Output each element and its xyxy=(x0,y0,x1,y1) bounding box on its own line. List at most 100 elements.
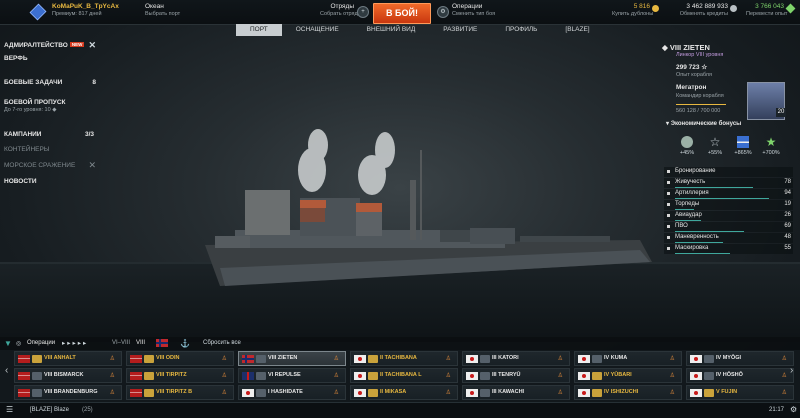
tab-exterior[interactable]: ВНЕШНИЙ ВИД xyxy=(353,24,430,36)
menu-shipyard[interactable]: ВЕРФЬ xyxy=(4,55,96,64)
campaigns-label: КАМПАНИИ xyxy=(4,131,42,138)
tab-development[interactable]: РАЗВИТИЕ xyxy=(429,24,491,36)
economy-value-3: +865% xyxy=(734,150,752,156)
settings-icon[interactable]: ⚙ xyxy=(790,405,797,414)
commander-level: 20 xyxy=(776,108,786,117)
ship-card[interactable]: VIII ANHALT ♙ xyxy=(14,351,122,366)
chat-icon[interactable]: ☰ xyxy=(6,405,13,414)
stat-artillery[interactable]: Артиллерия 94 xyxy=(664,189,793,199)
new-badge: NEW xyxy=(69,42,85,47)
tab-equipment[interactable]: ОСНАЩЕНИЕ xyxy=(282,24,353,36)
operations-title: Операции xyxy=(452,3,483,10)
battle-pass-sub: До 7-го уровня: 10 xyxy=(4,107,51,113)
ship-card[interactable]: VIII TIRPITZ ♙ xyxy=(126,368,234,383)
ship-card[interactable]: IV KUMA ♙ xyxy=(574,351,682,366)
commander-icon: ♙ xyxy=(333,373,339,379)
credits-flag-icon xyxy=(681,136,693,148)
doubloons-block[interactable]: 5 816 Купить дублоны xyxy=(612,3,653,17)
economy-bonus-4[interactable]: ★ +700% xyxy=(760,136,782,156)
tab-port[interactable]: ПОРТ xyxy=(236,24,282,36)
free-xp-value: 3 766 043 xyxy=(755,3,784,10)
ship-card[interactable]: IV YŪBARI ♙ xyxy=(574,368,682,383)
ship-card[interactable]: II TACHIBANA ♙ xyxy=(350,351,458,366)
ship-card[interactable]: VIII ZIETEN ♙ xyxy=(238,351,346,366)
stat-torpedoes[interactable]: Торпеды 19 xyxy=(664,200,793,210)
stat-concealment[interactable]: Маскировка 55 xyxy=(664,244,793,254)
battle-pass-progress: До 7-го уровня: 10 ◆ xyxy=(4,107,96,116)
class-filter-icons[interactable]: ▸▸▸▸▸ xyxy=(62,339,88,347)
economy-bonus-1[interactable]: +45% xyxy=(676,136,698,156)
ship-card-name: VIII BRANDENBURG xyxy=(44,389,98,395)
stat-airstrike[interactable]: Авиаудар 26 xyxy=(664,211,793,221)
stat-survivability[interactable]: Живучесть 78 xyxy=(664,178,793,188)
credits-block[interactable]: 3 462 889 933 Обменять кредиты xyxy=(678,3,728,17)
carousel-right-arrow[interactable]: › xyxy=(790,365,793,376)
ship-card[interactable]: IV HŌSHŌ ♙ xyxy=(686,368,794,383)
free-xp-block[interactable]: 3 766 043 Перевести опыт xyxy=(746,3,787,17)
economy-bonus-2[interactable]: ☆ +55% xyxy=(704,136,726,156)
ship-card[interactable]: IV MYŌGI ♙ xyxy=(686,351,794,366)
ship-card[interactable]: III TENRYŪ ♙ xyxy=(462,368,570,383)
tab-profile[interactable]: ПРОФИЛЬ xyxy=(491,24,551,36)
stat-label: Маневренность xyxy=(675,234,719,240)
carousel-left-arrow[interactable]: ‹ xyxy=(5,365,8,376)
stat-armor[interactable]: Бронирование xyxy=(664,167,793,177)
tier-selected[interactable]: VIII xyxy=(136,340,145,346)
ship-card[interactable]: III KATORI ♙ xyxy=(462,351,570,366)
commander-name[interactable]: Мегатрон xyxy=(676,84,706,91)
ship-card-name: II MIKASA xyxy=(380,389,407,395)
ship-card[interactable]: II MIKASA ♙ xyxy=(350,385,458,400)
ship-type: Линкор VIII уровня xyxy=(676,52,724,58)
ship-card[interactable]: VIII TIRPITZ B ♙ xyxy=(126,385,234,400)
operations-icon[interactable]: ⚙ xyxy=(437,6,449,18)
menu-containers[interactable]: КОНТЕЙНЕРЫ xyxy=(4,146,96,155)
economy-bonus-3[interactable]: +865% xyxy=(732,136,754,156)
menu-naval-battle[interactable]: МОРСКОЕ СРАЖЕНИЕ ✕ xyxy=(4,160,96,171)
ship-card-name: I HASHIDATE xyxy=(268,389,303,395)
ship-card[interactable]: VIII ODIN ♙ xyxy=(126,351,234,366)
clan-online-count: (25) xyxy=(82,407,93,413)
player-name: KoMaPuK_B_TpYcAx xyxy=(52,3,119,10)
combat-missions-count: 8 xyxy=(92,79,96,86)
ship-card[interactable]: VIII BRANDENBURG ♙ xyxy=(14,385,122,400)
stat-maneuverability[interactable]: Маневренность 48 xyxy=(664,233,793,243)
nation-flag-icon xyxy=(242,355,254,363)
stat-label: Бронирование xyxy=(675,168,716,174)
ship-class-icon xyxy=(32,372,42,380)
squad-icon[interactable]: + xyxy=(357,6,369,18)
ship-card[interactable]: IV ISHIZUCHI ♙ xyxy=(574,385,682,400)
menu-campaigns[interactable]: КАМПАНИИ 3/3 xyxy=(4,131,96,140)
battle-button[interactable]: В БОЙ! xyxy=(373,3,431,24)
squad-button[interactable]: Отряды Собрать отряд xyxy=(320,3,358,17)
stat-aa[interactable]: ПВО 69 xyxy=(664,222,793,232)
battle-mode-selector[interactable]: Операции Сменить тип боя xyxy=(452,3,495,17)
ship-card[interactable]: VI REPULSE ♙ xyxy=(238,368,346,383)
filter-mode[interactable]: Операции xyxy=(27,340,55,346)
free-xp-bonus-icon: ★ xyxy=(765,135,777,149)
tier-range[interactable]: VI–VIII xyxy=(112,340,130,346)
player-block[interactable]: KoMaPuK_B_TpYcAx Премиум: 817 дней xyxy=(52,3,119,17)
ship-card[interactable]: I HASHIDATE ♙ xyxy=(238,385,346,400)
commander-icon: ♙ xyxy=(445,373,451,379)
filter-icon[interactable]: ▼ xyxy=(4,339,12,348)
menu-news[interactable]: НОВОСТИ xyxy=(4,178,96,187)
premium-filter-icon[interactable]: ⚓ xyxy=(180,339,190,348)
ship-card[interactable]: III KAWACHI ♙ xyxy=(462,385,570,400)
ship-card[interactable]: VIII BISMARCK ♙ xyxy=(14,368,122,383)
menu-combat-missions[interactable]: БОЕВЫЕ ЗАДАЧИ 8 xyxy=(4,79,96,88)
nation-flag-icon xyxy=(578,372,590,380)
reset-filters-button[interactable]: Сбросить все xyxy=(203,340,241,346)
ship-xp: 299 723 xyxy=(676,64,700,71)
clan-chat[interactable]: [BLAZE] Blaze xyxy=(30,407,69,413)
nation-flag-icon xyxy=(690,355,702,363)
star-icon: ☆ xyxy=(701,64,708,71)
ship-card[interactable]: V FUJIN ♙ xyxy=(686,385,794,400)
nation-filter-flag[interactable] xyxy=(156,339,168,347)
ship-card[interactable]: II TACHIBANA L ♙ xyxy=(350,368,458,383)
commander-icon: ♙ xyxy=(333,390,339,396)
ship-class-icon xyxy=(368,372,378,380)
port-selector[interactable]: Океан Выбрать порт xyxy=(145,3,180,17)
menu-admiralty[interactable]: АДМИРАЛТЕЙСТВО NEW ✕ xyxy=(4,40,96,51)
squad-title: Отряды xyxy=(330,3,354,10)
tab-clan[interactable]: [BLAZE] xyxy=(551,24,603,36)
